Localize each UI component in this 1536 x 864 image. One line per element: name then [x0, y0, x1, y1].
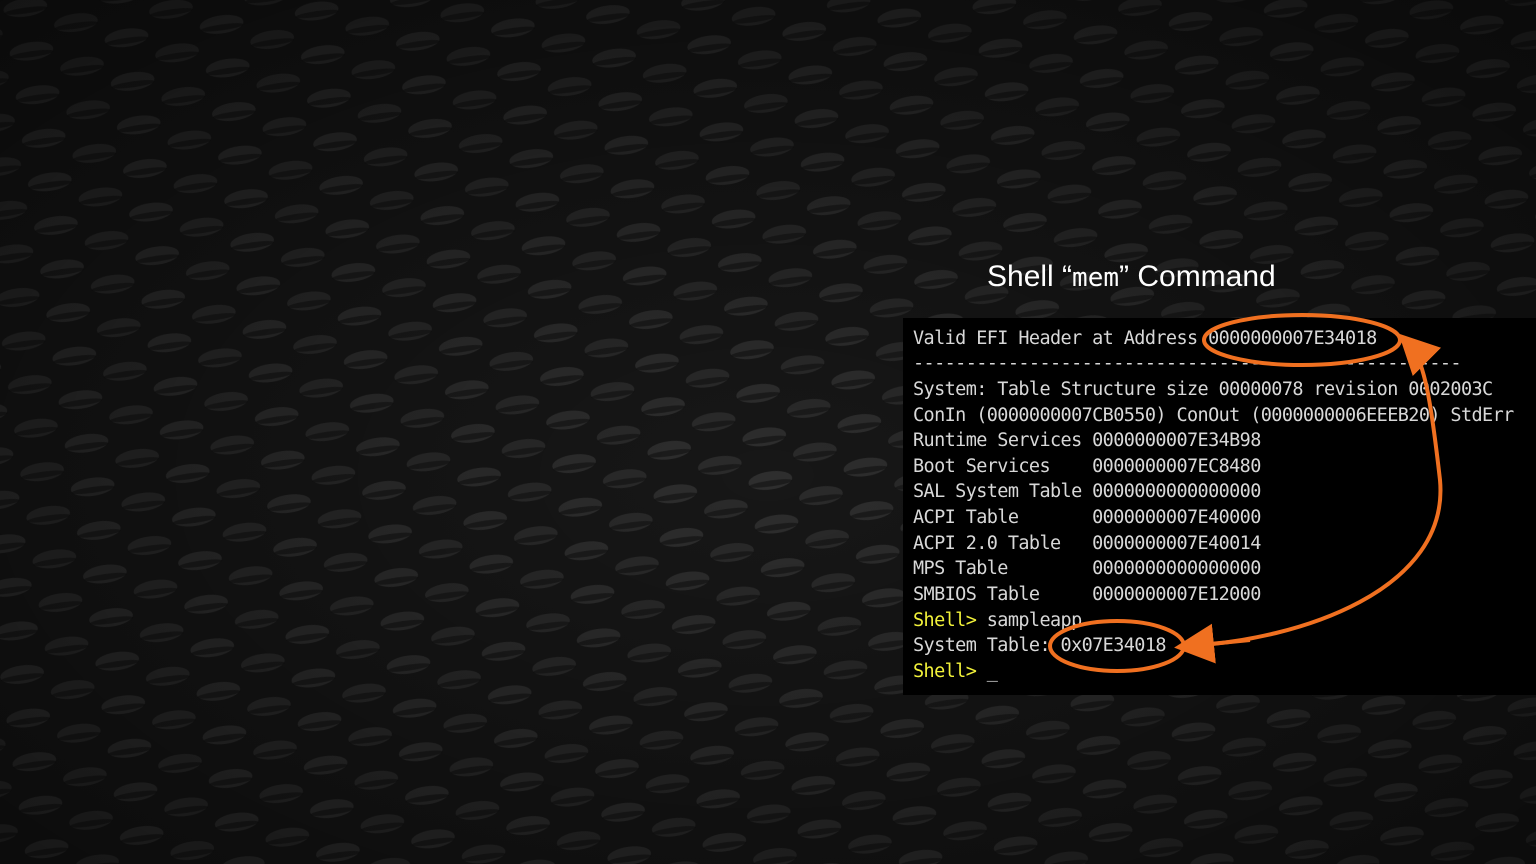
command-text: sampleapp [976, 610, 1082, 631]
title-prefix: Shell “ [987, 260, 1073, 293]
terminal-prompt-line: Shell> _ [913, 659, 998, 684]
title-command: mem [1072, 263, 1120, 293]
shell-prompt: Shell> [913, 610, 977, 631]
terminal-line: SAL System Table 0000000000000000 [913, 481, 1261, 502]
terminal-line: System: Table Structure size 00000078 re… [913, 379, 1493, 400]
terminal-line: ----------------------------------------… [913, 353, 1462, 374]
terminal-line: MPS Table 0000000000000000 [913, 558, 1261, 579]
shell-prompt: Shell> [913, 661, 977, 682]
terminal-line: SMBIOS Table 0000000007E12000 [913, 584, 1261, 605]
terminal-command-line: Shell> sampleapp [913, 608, 1082, 633]
terminal-line: ACPI 2.0 Table 0000000007E40014 [913, 533, 1261, 554]
terminal-line: Boot Services 0000000007EC8480 [913, 456, 1261, 477]
cursor: _ [976, 661, 998, 682]
terminal-line: ACPI Table 0000000007E40000 [913, 507, 1261, 528]
terminal-line: ConIn (0000000007CB0550) ConOut (0000000… [913, 405, 1514, 426]
terminal-result-line: System Table: 0x07E34018 [913, 635, 1167, 656]
slide-title: Shell “mem” Command [987, 259, 1387, 296]
title-suffix: ” Command [1119, 260, 1276, 293]
shell-terminal-screenshot: Valid EFI Header at Address 0000000007E3… [903, 318, 1536, 695]
terminal-line: Runtime Services 0000000007E34B98 [913, 430, 1261, 451]
terminal-line: Valid EFI Header at Address 0000000007E3… [913, 328, 1377, 349]
